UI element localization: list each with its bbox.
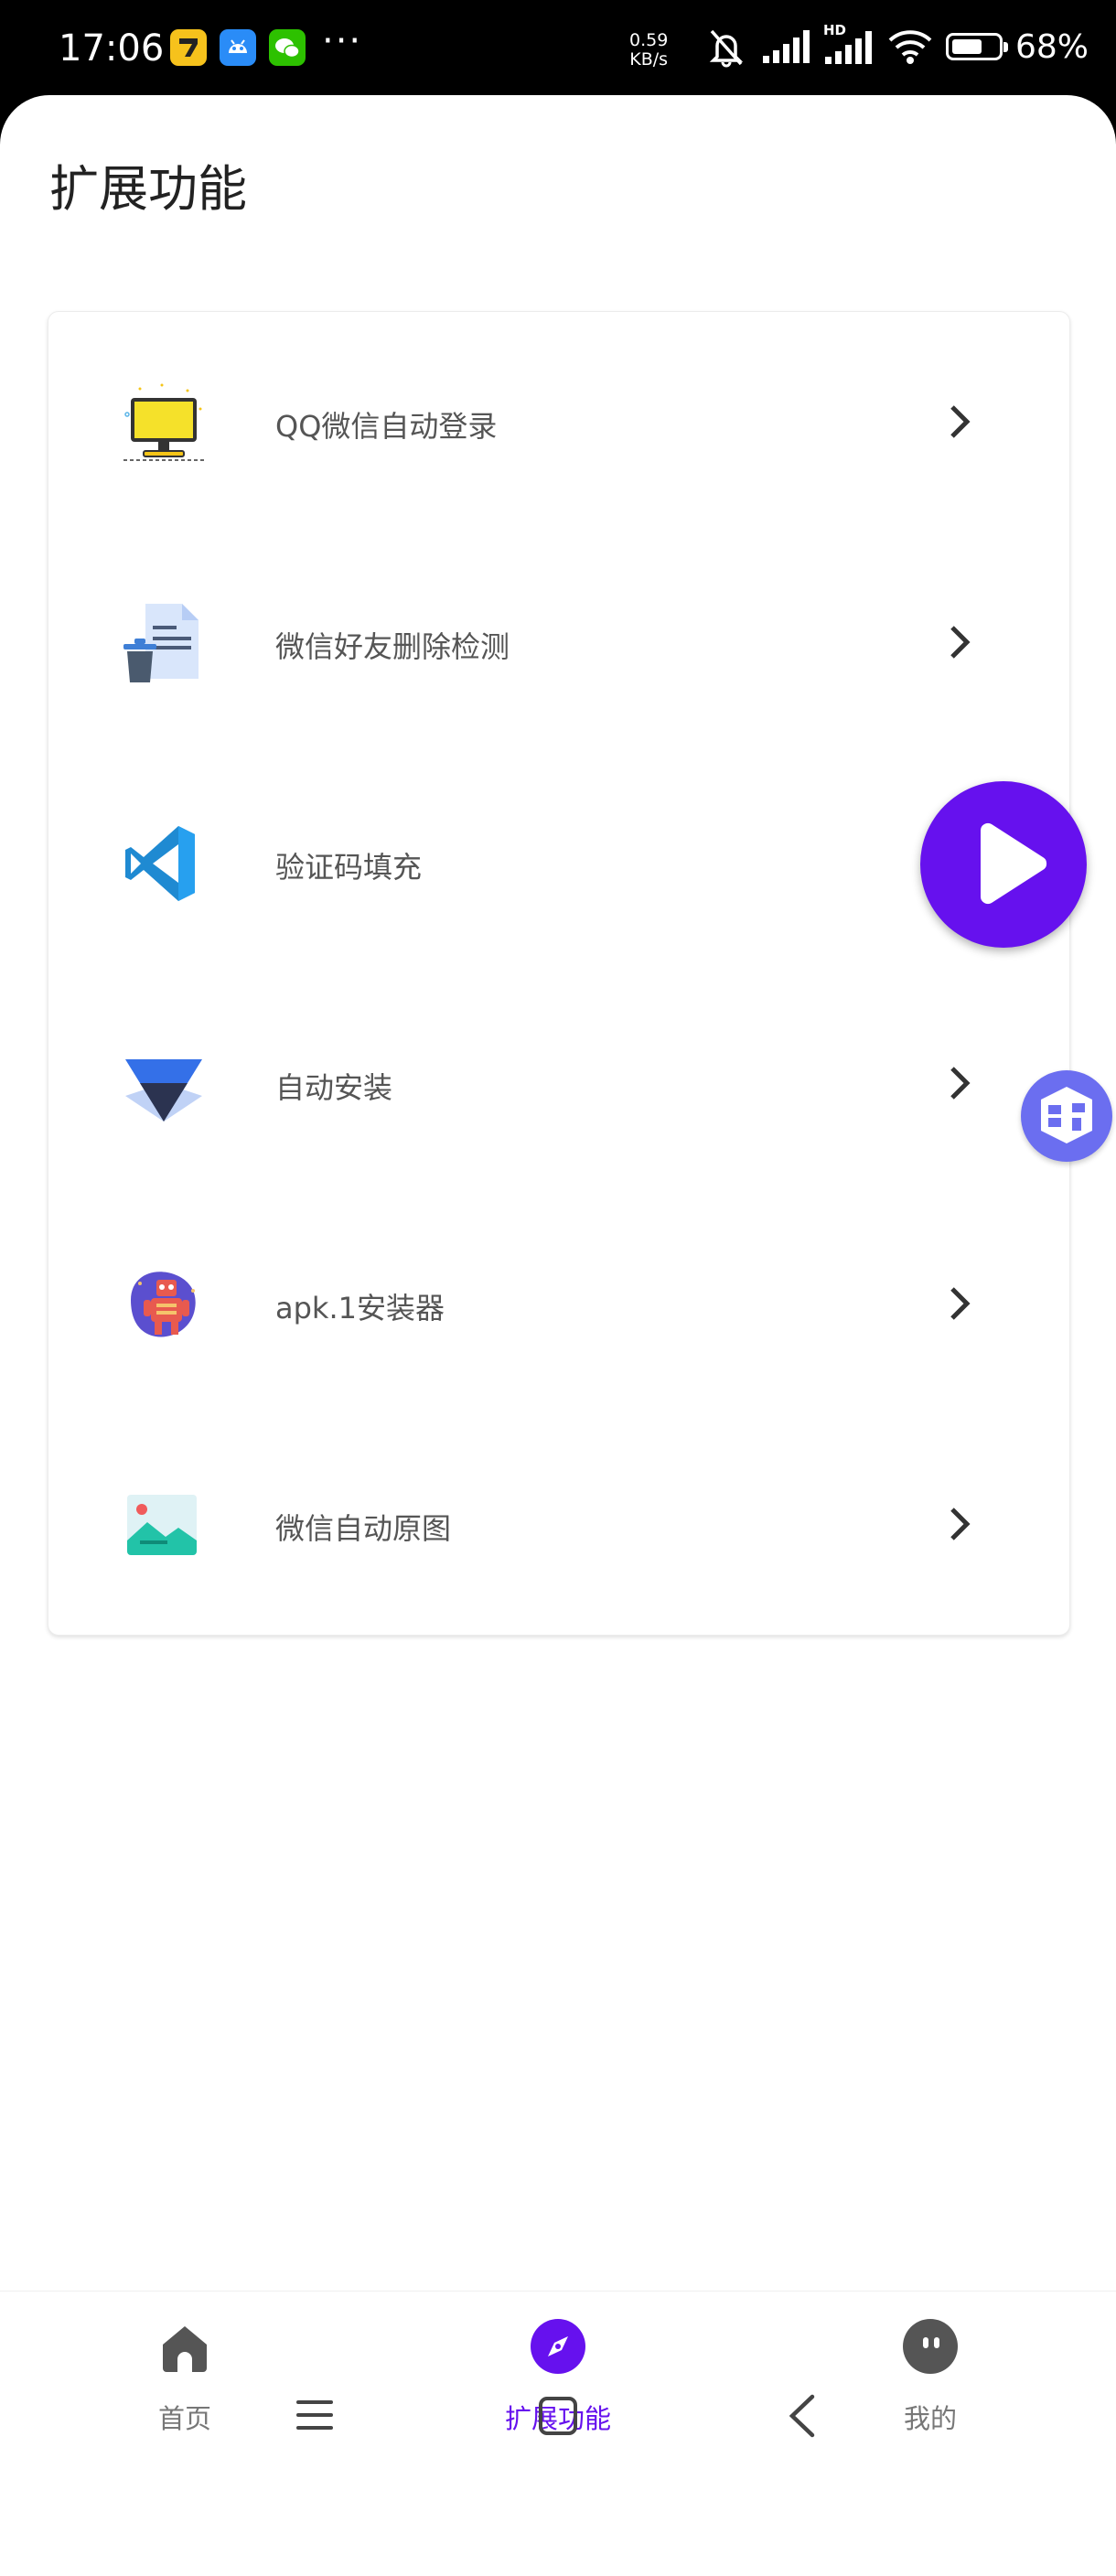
feature-row-apk-installer[interactable]: apk.1安装器 (48, 1194, 1069, 1414)
mute-bell-icon (709, 29, 744, 68)
cube-float-button[interactable] (1021, 1070, 1112, 1162)
cube-icon (1041, 1087, 1092, 1143)
image-icon (122, 1484, 206, 1566)
nav-item-home[interactable]: 首页 (75, 2319, 295, 2438)
feature-label: 自动安装 (275, 1070, 393, 1105)
page-title: 扩展功能 (49, 160, 247, 218)
play-fab-button[interactable] (920, 781, 1087, 948)
feature-label: 微信好友删除检测 (275, 629, 510, 664)
page-container: 扩展功能 QQ微信自动登录 微信好友删除检测 验证码填充 自动安装 apk.1安… (0, 95, 1116, 2576)
chevron-right-icon (945, 1285, 976, 1322)
net-speed: 0.59 KB/s (629, 31, 668, 70)
net-speed-unit: KB/s (629, 49, 669, 70)
vscode-icon (122, 822, 206, 905)
feature-label: QQ微信自动登录 (275, 409, 498, 444)
robot-icon (122, 1263, 206, 1346)
system-nav-bar (0, 2446, 1116, 2576)
feature-row-wechat-original-image[interactable]: 微信自动原图 (48, 1414, 1069, 1635)
chevron-right-icon (945, 1065, 976, 1101)
wifi-icon (888, 30, 932, 64)
compass-icon (531, 2319, 585, 2374)
signal-icon (762, 30, 810, 63)
hd-signal-icon: HD (823, 22, 875, 66)
menu-lines-icon[interactable] (295, 2397, 335, 2433)
nav-label-mine: 我的 (903, 2403, 957, 2434)
feature-label: 验证码填充 (275, 850, 423, 885)
home-icon (157, 2319, 212, 2374)
feature-label: apk.1安装器 (275, 1291, 445, 1326)
back-chevron-icon[interactable] (785, 2393, 818, 2439)
notification-app-icon (170, 29, 207, 66)
wechat-app-icon (269, 29, 306, 66)
feature-row-captcha-fill[interactable]: 验证码填充 (48, 753, 1069, 973)
profile-face-icon (903, 2319, 958, 2374)
home-square-icon[interactable] (537, 2395, 579, 2437)
nav-item-mine[interactable]: 我的 (821, 2319, 1040, 2438)
feature-list-card: QQ微信自动登录 微信好友删除检测 验证码填充 自动安装 apk.1安装器 微信… (48, 311, 1070, 1636)
android-app-icon (220, 29, 256, 66)
status-icons: HD 68% (704, 22, 1089, 68)
status-bar: 17:06 ··· 0.59 KB/s HD 68% (0, 0, 1116, 101)
more-notifications-icon: ··· (322, 20, 363, 62)
chevron-right-icon (945, 624, 976, 660)
chevron-right-icon (945, 403, 976, 440)
battery-icon (945, 33, 1008, 60)
chevron-right-icon (945, 1506, 976, 1542)
feature-label: 微信自动原图 (275, 1511, 452, 1546)
feature-row-auto-install[interactable]: 自动安装 (48, 973, 1069, 1194)
feature-row-friend-delete-check[interactable]: 微信好友删除检测 (48, 532, 1069, 753)
monitor-icon (122, 381, 206, 464)
battery-percent: 68% (1014, 27, 1089, 66)
net-speed-value: 0.59 (629, 30, 669, 50)
feature-row-qq-wechat-login[interactable]: QQ微信自动登录 (48, 312, 1069, 532)
triangle-install-icon (122, 1043, 206, 1125)
document-trash-icon (122, 602, 206, 684)
play-icon (980, 822, 1047, 905)
nav-label-home: 首页 (157, 2403, 211, 2434)
status-time: 17:06 (59, 27, 165, 70)
